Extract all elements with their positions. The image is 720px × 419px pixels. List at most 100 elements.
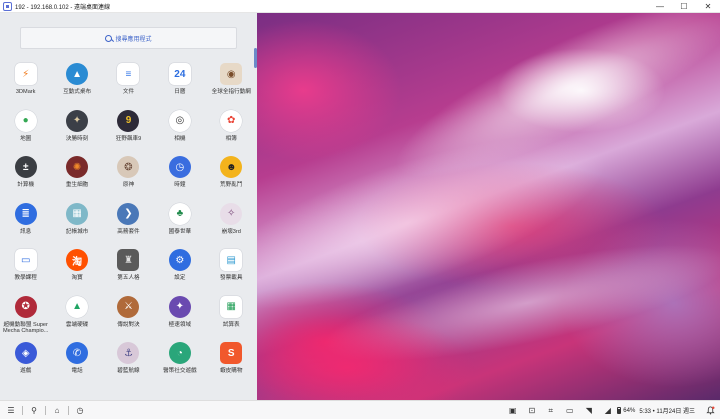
calculator-icon: ±	[14, 156, 37, 178]
app-label: 狂野飆車9	[115, 135, 142, 142]
app-label: 時鐘	[174, 182, 186, 188]
app-launcher-phone[interactable]: ✆ 電話	[51, 342, 102, 389]
drive-icon: ▲	[66, 295, 89, 318]
settings-icon: ⚙	[168, 249, 191, 271]
taobao-icon: 淘	[66, 249, 89, 271]
app-label: 傳說對決	[117, 321, 140, 328]
app-label: 雲端硬碟	[65, 321, 89, 328]
bell-icon[interactable]	[701, 401, 720, 419]
app-label: 重生細胞	[65, 182, 89, 188]
asphalt-icon: 9	[117, 109, 140, 132]
app-launcher-photos[interactable]: ✿ 相簿	[206, 109, 257, 157]
app-label: 設定	[174, 275, 186, 281]
signal-icon[interactable]: ◢	[598, 401, 617, 419]
menu-icon[interactable]: ☰	[0, 401, 22, 419]
taskbar-left: ☰ ⚲ ⌂ ◷	[0, 401, 91, 419]
qq-speed-icon: ✦	[168, 295, 191, 318]
app-label: 電話	[71, 368, 83, 374]
battery-percent: 64%	[623, 407, 636, 414]
app-launcher-time[interactable]: ◔ 醫策社交遊戲	[154, 342, 205, 389]
photos-icon: ✿	[220, 109, 243, 132]
app-launcher-calendar[interactable]: 24 日曆	[154, 63, 205, 110]
desktop-wallpaper	[257, 13, 720, 400]
app-label: 極速領域	[168, 321, 192, 328]
cathay-icon: ♣	[168, 202, 191, 225]
app-label: 崩壞3rd	[221, 228, 241, 235]
app-search-bar[interactable]: 搜尋應用程式	[20, 27, 237, 49]
app-launcher-calculator[interactable]: ± 計算機	[0, 156, 51, 203]
maximize-button[interactable]: ☐	[672, 0, 696, 13]
app-launcher-cathay[interactable]: ♣ 國泰世華	[154, 202, 205, 250]
app-launcher-3dmark[interactable]: ⚡ 3DMark	[0, 63, 51, 110]
app-launcher-camera[interactable]: ◎ 相機	[154, 109, 205, 157]
invoice-icon: ▤	[220, 249, 243, 271]
genshin-icon: ❂	[117, 156, 140, 178]
app-launcher-aov[interactable]: ⚔ 傳說對決	[103, 295, 154, 343]
app-label: 全球全指行動網	[211, 89, 251, 95]
aov-icon: ⚔	[117, 295, 140, 318]
mecha-icon: ✪	[14, 295, 37, 318]
app-drawer: 搜尋應用程式 ⚡ 3DMark ▲ 互動式桌布 ≡ 文件 24 日曆 ◉ 全球全指行動網 ● 地圖 ✦ 決…	[0, 13, 257, 400]
clock-date[interactable]: 5:33 • 11月24日 週三	[639, 406, 695, 415]
app-launcher-mecha[interactable]: ✪ 超機動聯盟 Super Mecha Champio...	[0, 295, 51, 343]
app-label: 淘寶	[71, 275, 83, 281]
app-label: 計算機	[17, 182, 35, 188]
app-launcher-call-of-duty[interactable]: ✦ 決勝時刻	[51, 109, 102, 157]
app-launcher-honkai[interactable]: ✧ 崩壞3rd	[206, 202, 257, 250]
window-title: 192 - 192.168.0.102 - 遠端桌面連線	[15, 4, 111, 11]
close-button[interactable]: ✕	[696, 0, 720, 13]
messages-icon: ≣	[14, 202, 37, 225]
app-launcher-genshin[interactable]: ❂ 原神	[103, 156, 154, 203]
tutorial-icon: ▭	[14, 249, 37, 271]
app-label: 超機動聯盟 Super Mecha Champio...	[2, 321, 49, 335]
app-label: 教學課程	[14, 275, 37, 281]
identity-v-icon: ♜	[117, 249, 140, 271]
app-launcher-drive[interactable]: ▲ 雲端硬碟	[51, 295, 102, 343]
app-launcher-brawl-stars[interactable]: ☻ 荒野亂鬥	[206, 156, 257, 203]
home-icon[interactable]: ⌂	[46, 401, 68, 419]
app-label: 決勝時刻	[65, 135, 89, 142]
wifi-icon[interactable]: ◥	[579, 401, 598, 419]
app-label: 3DMark	[15, 89, 36, 95]
camera-icon: ◎	[168, 109, 191, 132]
app-launcher-dead-cells[interactable]: ✺ 重生細胞	[51, 156, 102, 203]
app-launcher-docs[interactable]: ≡ 文件	[103, 63, 154, 110]
app-launcher-shopee[interactable]: S 蝦皮購物	[206, 342, 257, 389]
app-launcher-city[interactable]: ▦ 記帳城市	[51, 202, 102, 250]
window-title-bar: 192 - 192.168.0.102 - 遠端桌面連線 — ☐ ✕	[0, 0, 720, 13]
app-label: 原神	[122, 182, 135, 188]
app-launcher-mountain[interactable]: ▲ 互動式桌布	[51, 63, 102, 110]
remote-desktop-icon	[3, 1, 12, 11]
app-launcher-clock[interactable]: ◷ 時鐘	[154, 156, 205, 203]
app-launcher-settings[interactable]: ⚙ 設定	[154, 249, 205, 296]
lock-icon[interactable]: ⊡	[522, 401, 541, 419]
app-launcher-azur-lane[interactable]: ⚓ 碧藍航線	[103, 342, 154, 389]
history-icon[interactable]: ◷	[69, 401, 91, 419]
app-label: 日曆	[174, 89, 186, 95]
app-label: 國泰世華	[168, 228, 192, 235]
app-launcher-connect[interactable]: ❯ 高務套件	[103, 202, 154, 250]
app-launcher-tutorial[interactable]: ▭ 教學課程	[0, 249, 51, 296]
app-launcher-maps[interactable]: ● 地圖	[0, 109, 51, 157]
search-icon[interactable]: ⚲	[23, 401, 45, 419]
app-launcher-sheets[interactable]: ▦ 試算表	[206, 295, 257, 343]
app-launcher-game-controller[interactable]: ◈ 遊戲	[0, 342, 51, 389]
globe-app-icon: ◉	[220, 63, 243, 85]
app-launcher-messages[interactable]: ≣ 訊息	[0, 202, 51, 250]
call-of-duty-icon: ✦	[66, 109, 89, 132]
app-launcher-qq-speed[interactable]: ✦ 極速領域	[154, 295, 205, 343]
app-launcher-asphalt[interactable]: 9 狂野飆車9	[103, 109, 154, 157]
screenshot-icon[interactable]: ▣	[503, 401, 522, 419]
app-launcher-invoice[interactable]: ▤ 發票載具	[206, 249, 257, 296]
battery-indicator[interactable]: 64%	[617, 407, 635, 414]
app-launcher-taobao[interactable]: 淘淘寶	[51, 249, 102, 296]
minimize-button[interactable]: —	[648, 0, 672, 13]
crop-icon[interactable]: ⌗	[541, 401, 560, 419]
window-controls: — ☐ ✕	[648, 0, 720, 13]
app-label: 試算表	[222, 321, 240, 328]
app-launcher-globe-app[interactable]: ◉ 全球全指行動網	[206, 63, 257, 110]
app-label: 發票載具	[220, 275, 243, 281]
app-launcher-identity-v[interactable]: ♜ 第五人格	[103, 249, 154, 296]
taskbar-right: ▣ ⊡ ⌗ ▭ ◥ ◢ 64% 5:33 • 11月24日 週三	[503, 401, 720, 419]
cast-icon[interactable]: ▭	[560, 401, 579, 419]
